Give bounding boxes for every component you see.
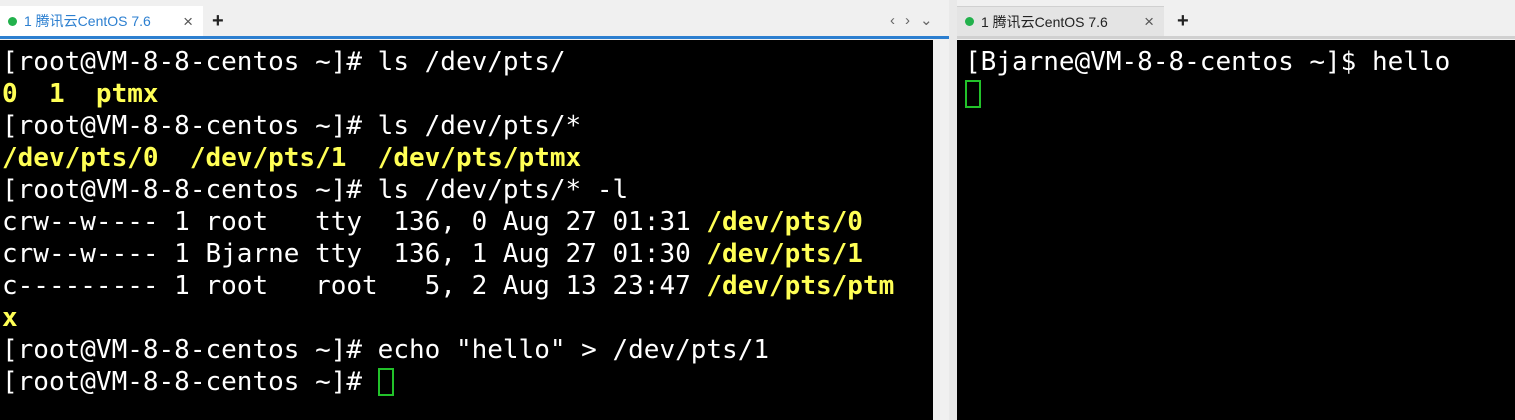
terminal-line: crw--w---- 1 root tty 136, 0 Aug 27 01:3…	[2, 206, 894, 238]
tab-label: 1 腾讯云CentOS 7.6	[981, 13, 1108, 30]
close-icon[interactable]: ×	[1144, 13, 1154, 30]
terminal-line: [root@VM-8-8-centos ~]# ls /dev/pts/	[2, 46, 894, 78]
terminal-text: [Bjarne@VM-8-8-centos ~]$ hello	[965, 47, 1451, 77]
terminal-output[interactable]: [Bjarne@VM-8-8-centos ~]$ hello	[957, 40, 1515, 420]
terminal-text: x	[2, 303, 18, 333]
terminal-text: [root@VM-8-8-centos ~]#	[2, 367, 378, 397]
terminal-line: [root@VM-8-8-centos ~]# ls /dev/pts/* -l	[2, 174, 894, 206]
terminal-text: crw--w---- 1 Bjarne tty 136, 1 Aug 27 01…	[2, 239, 707, 269]
cursor-block	[377, 368, 394, 396]
terminal-line: [root@VM-8-8-centos ~]# echo "hello" > /…	[2, 334, 894, 366]
tab-bar: 1 腾讯云CentOS 7.6 × +	[957, 0, 1515, 40]
terminal-line: c--------- 1 root root 5, 2 Aug 13 23:47…	[2, 270, 894, 302]
vertical-scrollbar[interactable]	[933, 40, 949, 420]
new-tab-button[interactable]: +	[212, 8, 224, 34]
connected-status-icon	[8, 16, 17, 26]
chevron-left-icon[interactable]: ‹	[890, 8, 895, 34]
terminal-text: /dev/pts/ptm	[706, 271, 895, 301]
tab-bar: 1 腾讯云CentOS 7.6 × + ‹ › ⌄	[0, 0, 949, 40]
terminal-line: /dev/pts/0 /dev/pts/1 /dev/pts/ptmx	[2, 142, 894, 174]
pane-divider[interactable]	[949, 0, 957, 420]
chevron-down-icon[interactable]: ⌄	[920, 8, 933, 34]
terminal-output[interactable]: [root@VM-8-8-centos ~]# ls /dev/pts/0 1 …	[0, 40, 933, 420]
tab-session-1[interactable]: 1 腾讯云CentOS 7.6 ×	[957, 6, 1164, 36]
active-tab-indicator	[0, 36, 949, 39]
left-terminal-pane: 1 腾讯云CentOS 7.6 × + ‹ › ⌄ [root@VM-8-8-c…	[0, 0, 949, 420]
terminal-line: [Bjarne@VM-8-8-centos ~]$ hello	[965, 46, 1450, 78]
close-icon[interactable]: ×	[183, 13, 193, 30]
terminal-text: crw--w---- 1 root tty 136, 0 Aug 27 01:3…	[2, 207, 707, 237]
terminal-lines: [root@VM-8-8-centos ~]# ls /dev/pts/0 1 …	[2, 46, 894, 398]
cursor-block	[965, 80, 981, 108]
new-tab-button[interactable]: +	[1177, 8, 1189, 34]
terminal-line	[965, 78, 1450, 110]
terminal-text: /dev/pts/0 /dev/pts/1 /dev/pts/ptmx	[2, 143, 582, 173]
connected-status-icon	[965, 17, 974, 26]
tab-label: 1 腾讯云CentOS 7.6	[24, 13, 151, 29]
terminal-text: /dev/pts/0	[706, 207, 863, 237]
terminal-lines: [Bjarne@VM-8-8-centos ~]$ hello	[965, 46, 1450, 110]
terminal-text: [root@VM-8-8-centos ~]# ls /dev/pts/	[2, 47, 566, 77]
terminal-line: 0 1 ptmx	[2, 78, 894, 110]
terminal-text: [root@VM-8-8-centos ~]# echo "hello" > /…	[2, 335, 770, 365]
terminal-text: 0 1 ptmx	[2, 79, 159, 109]
right-terminal-pane: 1 腾讯云CentOS 7.6 × + [Bjarne@VM-8-8-cento…	[957, 0, 1515, 420]
tab-session-1[interactable]: 1 腾讯云CentOS 7.6 ×	[0, 6, 203, 36]
chevron-right-icon[interactable]: ›	[905, 8, 910, 34]
terminal-text: /dev/pts/1	[706, 239, 863, 269]
terminal-text: [root@VM-8-8-centos ~]# ls /dev/pts/*	[2, 111, 582, 141]
terminal-line: [root@VM-8-8-centos ~]# ls /dev/pts/*	[2, 110, 894, 142]
terminal-line: x	[2, 302, 894, 334]
tab-navigation: ‹ › ⌄	[890, 8, 933, 34]
tab-bar-border	[957, 36, 1515, 39]
terminal-text: c--------- 1 root root 5, 2 Aug 13 23:47	[2, 271, 707, 301]
terminal-line: crw--w---- 1 Bjarne tty 136, 1 Aug 27 01…	[2, 238, 894, 270]
terminal-line: [root@VM-8-8-centos ~]#	[2, 366, 894, 398]
terminal-text: [root@VM-8-8-centos ~]# ls /dev/pts/* -l	[2, 175, 629, 205]
